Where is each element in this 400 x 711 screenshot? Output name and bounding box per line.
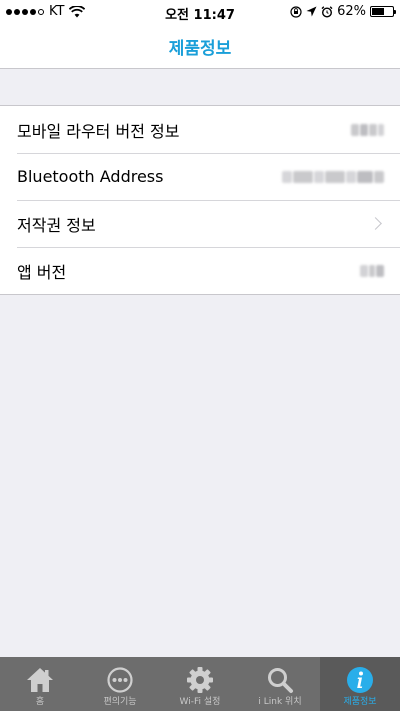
chevron-right-icon xyxy=(369,217,382,230)
row-label: 모바일 라우터 버전 정보 xyxy=(17,121,180,141)
tab-label: 제품정보 xyxy=(343,697,377,707)
battery-percentage: 62% xyxy=(337,4,366,19)
row-label: Bluetooth Address xyxy=(17,167,164,186)
screen: KT 오전 11:47 62% 제품정보 모바일 라우터 버전 정보 Bluet… xyxy=(0,0,400,711)
tab-product-info[interactable]: 제품정보 xyxy=(320,657,400,711)
tab-bar: 홈 편의기능 Wi-Fi 설정 i Link 위치 제품정보 xyxy=(0,657,400,711)
info-list: 모바일 라우터 버전 정보 Bluetooth Address 저작권 정보 앱… xyxy=(0,105,400,295)
bluetooth-address-value-redacted xyxy=(282,170,384,183)
rotation-lock-icon xyxy=(290,5,302,18)
status-bar: KT 오전 11:47 62% xyxy=(0,0,400,24)
search-icon xyxy=(268,668,293,693)
row-app-version: 앱 버전 xyxy=(0,247,400,294)
location-arrow-icon xyxy=(306,6,317,17)
row-bluetooth-address: Bluetooth Address xyxy=(0,153,400,200)
tab-label: i Link 위치 xyxy=(258,697,302,707)
row-copyright-info[interactable]: 저작권 정보 xyxy=(0,200,400,247)
navigation-bar: 제품정보 xyxy=(0,24,400,69)
tab-label: 편의기능 xyxy=(103,697,137,707)
gear-icon xyxy=(187,667,213,693)
status-right: 62% xyxy=(290,4,396,19)
tab-home[interactable]: 홈 xyxy=(0,657,80,711)
tab-ilink-location[interactable]: i Link 위치 xyxy=(240,657,320,711)
router-version-value-redacted xyxy=(351,123,384,136)
battery-icon xyxy=(370,6,396,17)
app-version-value-redacted xyxy=(360,264,384,277)
tab-label: Wi-Fi 설정 xyxy=(179,697,221,707)
page-title: 제품정보 xyxy=(168,39,232,59)
row-label: 저작권 정보 xyxy=(17,215,96,235)
row-label: 앱 버전 xyxy=(17,262,67,282)
info-icon xyxy=(347,667,373,693)
tab-convenience-features[interactable]: 편의기능 xyxy=(80,657,160,711)
alarm-icon xyxy=(321,5,333,18)
more-dots-icon xyxy=(107,667,133,693)
row-router-version: 모바일 라우터 버전 정보 xyxy=(0,106,400,153)
battery-level xyxy=(372,8,385,15)
tab-wifi-settings[interactable]: Wi-Fi 설정 xyxy=(160,657,240,711)
home-icon xyxy=(27,668,53,692)
tab-label: 홈 xyxy=(35,697,45,707)
